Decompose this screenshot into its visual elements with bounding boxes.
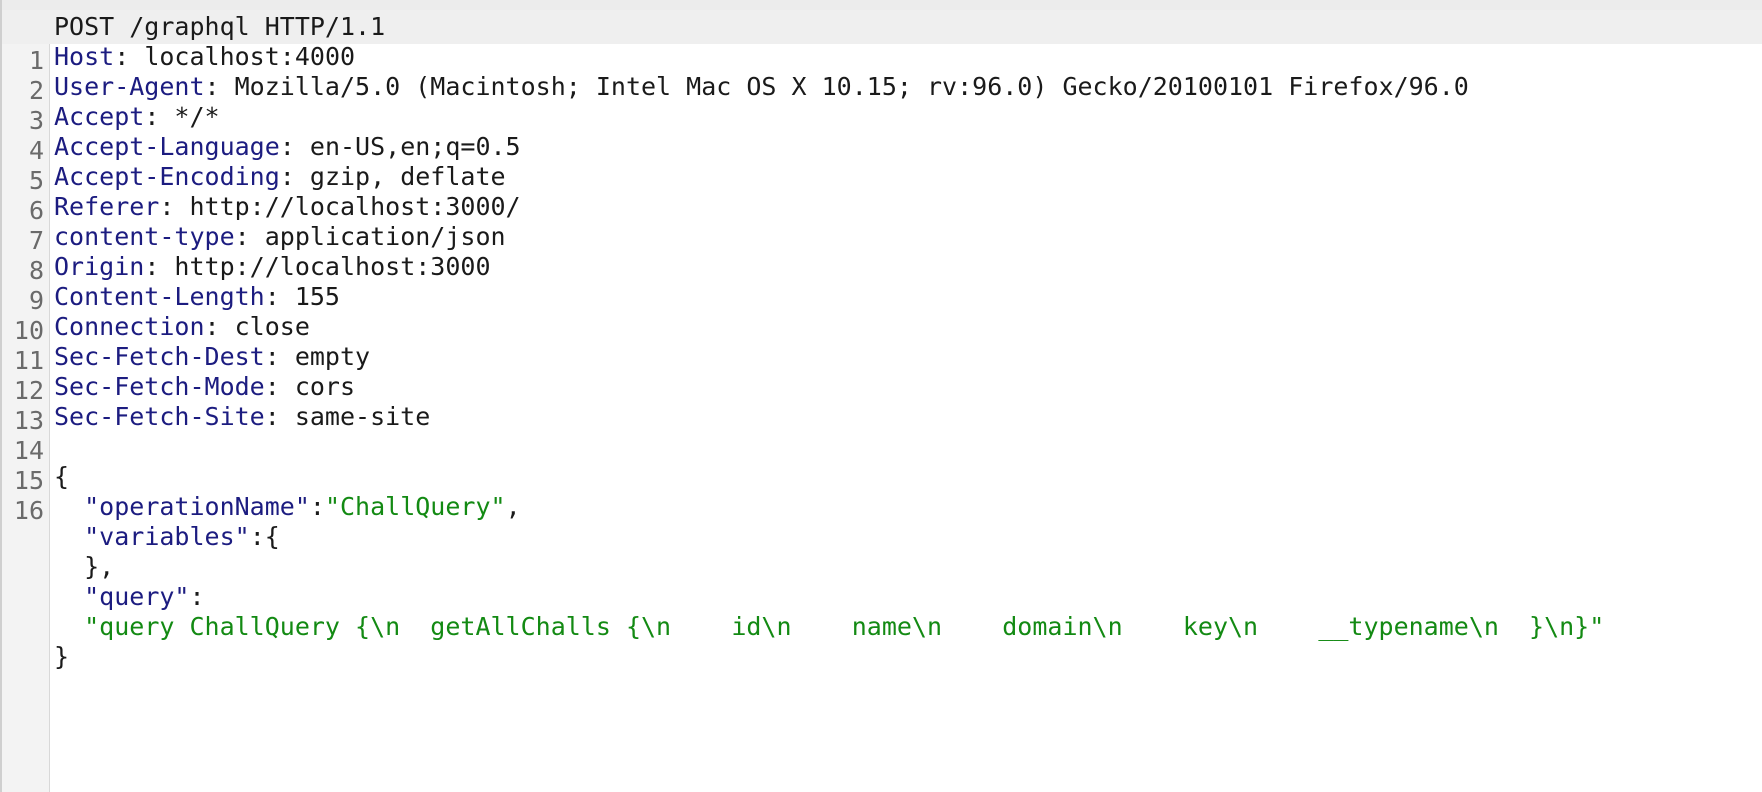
code-line[interactable]: 16 {	[2, 460, 1762, 525]
json-string: "query ChallQuery {\n getAllChalls {\n i…	[84, 612, 1605, 641]
code-line[interactable]: 3 User-Agent: Mozilla/5.0 (Macintosh; In…	[2, 70, 1762, 135]
code-line[interactable]: },	[2, 550, 1762, 584]
code-line[interactable]: 9 Origin: http://localhost:3000	[2, 250, 1762, 315]
code-line[interactable]: 5 Accept-Language: en-US,en;q=0.5	[2, 130, 1762, 195]
header-value: empty	[294, 342, 371, 371]
code-line[interactable]: 4 Accept: */*	[2, 100, 1762, 165]
json-key: "query"	[84, 582, 190, 611]
header-name: Sec-Fetch-Mode	[54, 372, 265, 401]
header-line: content-type: application/json	[54, 222, 506, 251]
json-string: "ChallQuery"	[324, 492, 506, 521]
header-value: cors	[294, 372, 356, 401]
code-line[interactable]: "variables":{	[2, 520, 1762, 554]
json-brace: },	[84, 552, 115, 581]
header-line: User-Agent: Mozilla/5.0 (Macintosh; Inte…	[54, 72, 1469, 101]
header-name: Sec-Fetch-Site	[54, 402, 265, 431]
code-line[interactable]: "operationName":"ChallQuery",	[2, 490, 1762, 524]
code-line[interactable]: 12 Sec-Fetch-Dest: empty	[2, 340, 1762, 405]
json-brace: {	[264, 522, 280, 551]
json-close-brace: }	[54, 642, 70, 671]
header-value: localhost:4000	[144, 42, 356, 71]
code-line[interactable]: 15	[2, 430, 1762, 495]
code-line[interactable]: 14 Sec-Fetch-Site: same-site	[2, 400, 1762, 465]
top-strip	[0, 0, 1762, 10]
request-editor[interactable]: 1 POST /graphql HTTP/1.1 2 Host: localho…	[2, 10, 1762, 792]
code-line[interactable]: 2 Host: localhost:4000	[2, 40, 1762, 105]
header-name: Content-Length	[54, 282, 265, 311]
header-value: same-site	[294, 402, 431, 431]
header-value: Mozilla/5.0 (Macintosh; Intel Mac OS X 1…	[234, 72, 1469, 101]
header-line: Accept: */*	[54, 102, 220, 131]
json-query-value-line: "query ChallQuery {\n getAllChalls {\n i…	[54, 610, 1604, 644]
header-name: Accept	[54, 102, 145, 131]
header-line: Sec-Fetch-Dest: empty	[54, 342, 371, 371]
header-value: 155	[294, 282, 340, 311]
header-value: http://localhost:3000	[174, 252, 491, 281]
header-name: Sec-Fetch-Dest	[54, 342, 265, 371]
header-line: Origin: http://localhost:3000	[54, 252, 491, 281]
code-line[interactable]: 13 Sec-Fetch-Mode: cors	[2, 370, 1762, 435]
header-value: http://localhost:3000/	[189, 192, 521, 221]
header-name: Accept-Encoding	[54, 162, 280, 191]
header-name: Connection	[54, 312, 205, 341]
json-query-key-line: "query":	[84, 582, 205, 611]
header-line: Accept-Language: en-US,en;q=0.5	[54, 132, 521, 161]
code-line[interactable]: "query ChallQuery {\n getAllChalls {\n i…	[2, 610, 1762, 644]
header-line: Content-Length: 155	[54, 282, 340, 311]
code-line[interactable]: }	[2, 640, 1762, 674]
request-line: POST /graphql HTTP/1.1	[54, 12, 386, 41]
code-line[interactable]: 6 Accept-Encoding: gzip, deflate	[2, 160, 1762, 225]
header-value: application/json	[264, 222, 506, 251]
header-line: Connection: close	[54, 312, 310, 341]
header-value: en-US,en;q=0.5	[309, 132, 521, 161]
header-line: Sec-Fetch-Site: same-site	[54, 402, 431, 431]
header-line: Host: localhost:4000	[54, 42, 356, 71]
code-line[interactable]: 7 Referer: http://localhost:3000/	[2, 190, 1762, 255]
code-line[interactable]: 10 Content-Length: 155	[2, 280, 1762, 345]
header-line: Accept-Encoding: gzip, deflate	[54, 162, 506, 191]
header-name: Origin	[54, 252, 145, 281]
json-variables-line: "variables":{	[84, 522, 280, 551]
header-name: Referer	[54, 192, 160, 221]
code-line[interactable]: 8 content-type: application/json	[2, 220, 1762, 285]
json-open-brace: {	[54, 462, 70, 491]
header-name: Host	[54, 42, 115, 71]
header-value: */*	[174, 102, 220, 131]
header-line: Sec-Fetch-Mode: cors	[54, 372, 356, 401]
json-key: "operationName"	[84, 492, 310, 521]
code-line[interactable]: "query":	[2, 580, 1762, 614]
header-value: close	[234, 312, 310, 341]
code-line[interactable]: 1 POST /graphql HTTP/1.1	[2, 10, 1762, 75]
header-name: content-type	[54, 222, 235, 251]
header-name: Accept-Language	[54, 132, 280, 161]
header-line: Referer: http://localhost:3000/	[54, 192, 521, 221]
json-variables-close-line: },	[54, 550, 114, 584]
header-value: gzip, deflate	[309, 162, 506, 191]
json-key: "variables"	[84, 522, 250, 551]
code-line[interactable]: 11 Connection: close	[2, 310, 1762, 375]
header-name: User-Agent	[54, 72, 205, 101]
json-operation-name-line: "operationName":"ChallQuery",	[84, 492, 521, 521]
